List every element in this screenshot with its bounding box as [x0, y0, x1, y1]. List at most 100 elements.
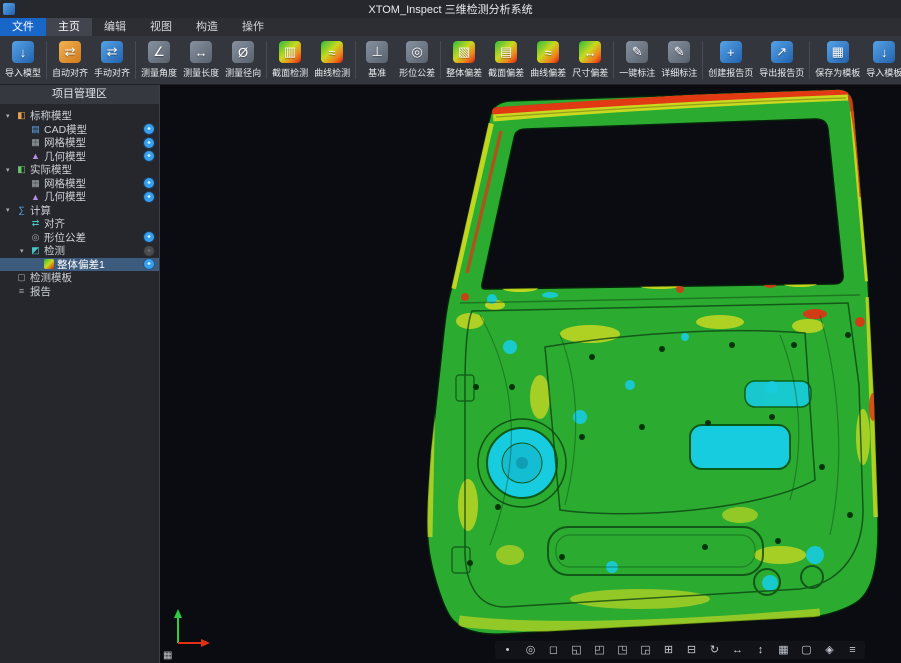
measure-radial-button[interactable]: Ø 测量径向 [222, 39, 264, 81]
point-snap-icon[interactable]: • [498, 642, 517, 658]
section-inspect-button[interactable]: ▥ 截面检测 [269, 39, 311, 81]
rotate-view-icon[interactable]: ↻ [705, 642, 724, 658]
tree-item-inspection[interactable]: ▾ ◩ 检测 [0, 244, 159, 258]
geometry-model-icon: ▲ [30, 192, 41, 202]
tree-item-mesh-model[interactable]: ▦ 网格模型 [0, 136, 159, 150]
ribbon-separator [266, 41, 267, 79]
visibility-eye-icon[interactable] [144, 124, 154, 134]
view-left-icon[interactable]: ◰ [590, 642, 609, 658]
tree-item-cad-model[interactable]: ▤ CAD模型 [0, 123, 159, 137]
import-model-label: 导入模型 [5, 66, 41, 79]
caret-down-icon[interactable]: ▾ [6, 166, 16, 174]
import-model-button[interactable]: ↓ 导入模型 [2, 39, 44, 81]
create-report-page-label: 创建报告页 [708, 66, 753, 79]
tab-view[interactable]: 视图 [138, 18, 184, 36]
auto-align-icon: ⇄ [59, 41, 81, 63]
export-report-page-button[interactable]: ↗ 导出报告页 [756, 39, 807, 81]
measure-angle-button[interactable]: ∠ 测量角度 [138, 39, 180, 81]
perspective-mode-icon[interactable]: ◈ [820, 642, 839, 658]
save-as-template-label: 保存为模板 [815, 66, 860, 79]
tree-item-alignment[interactable]: ⇄ 对齐 [0, 217, 159, 231]
caret-down-icon[interactable]: ▾ [20, 247, 30, 255]
fit-view-icon[interactable]: ◻ [544, 642, 563, 658]
inspection-icon: ◩ [30, 245, 41, 256]
curve-deviation-icon: ≈ [537, 41, 559, 63]
tree-item-overall-deviation-1[interactable]: 整体偏差1 [0, 258, 159, 272]
dimension-deviation-button[interactable]: ↔ 尺寸偏差 [569, 39, 611, 81]
grid-toggle-icon[interactable]: ▦ [163, 650, 172, 661]
view-right-icon[interactable]: ◳ [613, 642, 632, 658]
tree-item-actual-model[interactable]: ▾ ◧ 实际模型 [0, 163, 159, 177]
section-deviation-button[interactable]: ▤ 截面偏差 [485, 39, 527, 81]
tree-item-actual-geometry-model[interactable]: ▲ 几何模型 [0, 190, 159, 204]
view-toolbar: • ◎ ◻ ◱ ◰ ◳ ◲ ⊞ ⊟ ↻ ↔ ↕ ▦ ▢ ◈ ≡ [495, 641, 865, 659]
viewport-3d[interactable]: • ◎ ◻ ◱ ◰ ◳ ◲ ⊞ ⊟ ↻ ↔ ↕ ▦ ▢ ◈ ≡ ▦ [160, 85, 901, 663]
view-options-icon[interactable]: ≡ [843, 642, 862, 658]
caret-down-icon[interactable]: ▾ [6, 206, 16, 214]
tree-item-geometry-model[interactable]: ▲ 几何模型 [0, 150, 159, 164]
section-deviation-label: 截面偏差 [488, 66, 524, 79]
import-template-label: 导入模板 [866, 66, 901, 79]
center-view-icon[interactable]: ◎ [521, 642, 540, 658]
geometry-model-icon: ▲ [30, 151, 41, 161]
measure-angle-label: 测量角度 [141, 66, 177, 79]
zoom-box-icon[interactable]: ◱ [567, 642, 586, 658]
project-manager-panel: 项目管理区 ▾ ◧ 标称模型 ▤ CAD模型 ▦ 网格模型 ▲ 几何模型 ▾ [0, 85, 160, 663]
datum-button[interactable]: ⊥ 基准 [358, 39, 396, 81]
manual-align-button[interactable]: ⇄ 手动对齐 [91, 39, 133, 81]
visibility-eye-icon[interactable] [144, 259, 154, 269]
curve-inspect-button[interactable]: ≈ 曲线检测 [311, 39, 353, 81]
auto-align-label: 自动对齐 [52, 66, 88, 79]
curve-deviation-button[interactable]: ≈ 曲线偏差 [527, 39, 569, 81]
visibility-eye-icon[interactable] [144, 246, 154, 256]
wireframe-mode-icon[interactable]: ▢ [797, 642, 816, 658]
ribbon-separator [809, 41, 810, 79]
measure-angle-icon: ∠ [148, 41, 170, 63]
ribbon-separator [702, 41, 703, 79]
visibility-eye-icon[interactable] [144, 232, 154, 242]
measure-radial-icon: Ø [232, 41, 254, 63]
tree-item-inspection-template[interactable]: ▢ 检测模板 [0, 271, 159, 285]
detail-annotation-icon: ✎ [668, 41, 690, 63]
tree-item-calculation[interactable]: ▾ ∑ 计算 [0, 204, 159, 218]
auto-align-button[interactable]: ⇄ 自动对齐 [49, 39, 91, 81]
overall-deviation-button[interactable]: ▧ 整体偏差 [443, 39, 485, 81]
tab-construct[interactable]: 构造 [184, 18, 230, 36]
view-iso-icon[interactable]: ◲ [636, 642, 655, 658]
detail-annotation-button[interactable]: ✎ 详细标注 [658, 39, 700, 81]
save-as-template-button[interactable]: ▦ 保存为模板 [812, 39, 863, 81]
import-template-button[interactable]: ↓ 导入模板 [863, 39, 901, 81]
curve-inspect-label: 曲线检测 [314, 66, 350, 79]
export-report-page-label: 导出报告页 [759, 66, 804, 79]
project-manager-title: 项目管理区 [0, 85, 159, 104]
ribbon-separator [440, 41, 441, 79]
tab-edit[interactable]: 编辑 [92, 18, 138, 36]
visibility-eye-icon[interactable] [144, 178, 154, 188]
zoom-in-icon[interactable]: ⊞ [659, 642, 678, 658]
tab-operations[interactable]: 操作 [230, 18, 276, 36]
tree-item-nominal-model[interactable]: ▾ ◧ 标称模型 [0, 109, 159, 123]
manual-align-icon: ⇄ [101, 41, 123, 63]
file-menu-button[interactable]: 文件 [0, 18, 46, 36]
pan-x-icon[interactable]: ↔ [728, 642, 747, 658]
shaded-mode-icon[interactable]: ▦ [774, 642, 793, 658]
curve-deviation-label: 曲线偏差 [530, 66, 566, 79]
zoom-out-icon[interactable]: ⊟ [682, 642, 701, 658]
visibility-eye-icon[interactable] [144, 138, 154, 148]
tree-item-actual-mesh-model[interactable]: ▦ 网格模型 [0, 177, 159, 191]
visibility-eye-icon[interactable] [144, 192, 154, 202]
visibility-eye-icon[interactable] [144, 151, 154, 161]
create-report-page-button[interactable]: + 创建报告页 [705, 39, 756, 81]
pan-y-icon[interactable]: ↕ [751, 642, 770, 658]
tree-item-report[interactable]: ≡ 报告 [0, 285, 159, 299]
window-title: XTOM_Inspect 三维检测分析系统 [368, 1, 532, 17]
app-icon [3, 3, 15, 15]
gdt-label: 形位公差 [399, 66, 435, 79]
tree-item-gdt[interactable]: ◎ 形位公差 [0, 231, 159, 245]
quick-annotation-button[interactable]: ✎ 一键标注 [616, 39, 658, 81]
caret-down-icon[interactable]: ▾ [6, 112, 16, 120]
tab-home[interactable]: 主页 [46, 18, 92, 36]
measure-length-button[interactable]: ↔ 测量长度 [180, 39, 222, 81]
gdt-button[interactable]: ◎ 形位公差 [396, 39, 438, 81]
ribbon-separator [355, 41, 356, 79]
